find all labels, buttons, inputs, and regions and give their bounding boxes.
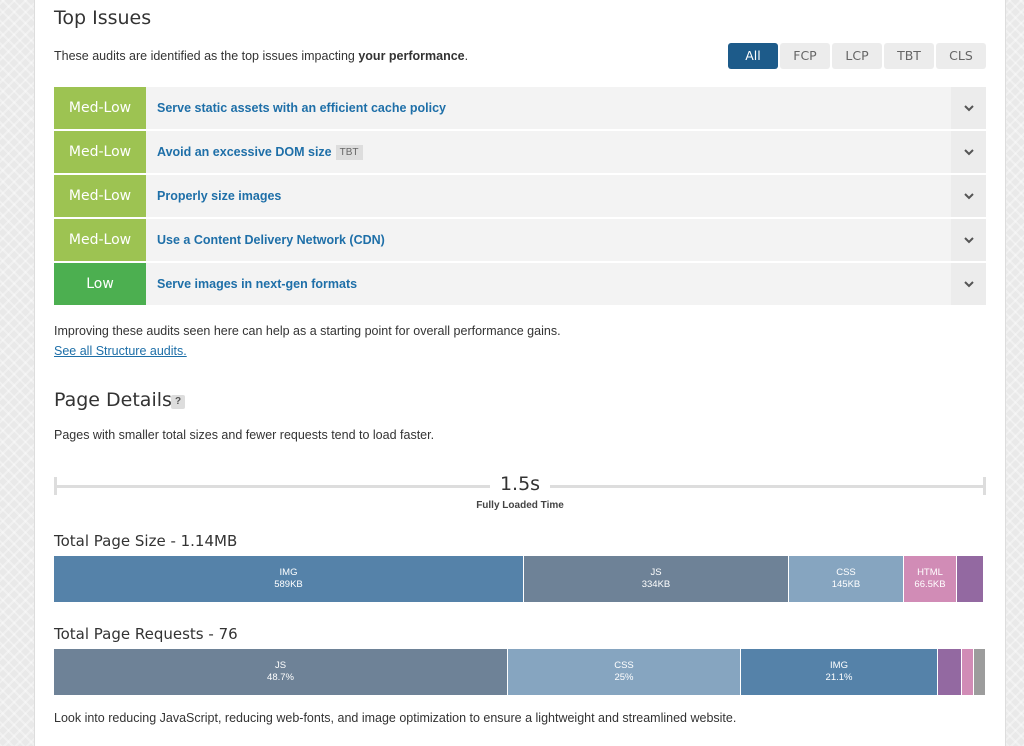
issue-title[interactable]: Use a Content Delivery Network (CDN)	[157, 233, 951, 247]
severity-badge: Low	[54, 263, 146, 305]
severity-badge: Med-Low	[54, 87, 146, 129]
fully-loaded-timeline: 1.5s Fully Loaded Time	[54, 473, 986, 513]
expand-toggle[interactable]	[951, 131, 986, 173]
metric-tag: TBT	[335, 144, 363, 160]
segment-value: 334KB	[641, 579, 671, 590]
segment-label: CSS	[614, 660, 634, 671]
issue-row[interactable]: Med-Low Use a Content Delivery Network (…	[54, 219, 986, 261]
help-icon[interactable]: ?	[171, 395, 185, 409]
expand-toggle[interactable]	[951, 263, 986, 305]
segment-value: 145KB	[831, 579, 861, 590]
see-all-structure-link[interactable]: See all Structure audits.	[54, 344, 187, 358]
size-segment-css: CSS 145KB	[789, 556, 904, 602]
segment-value: 589KB	[274, 579, 303, 590]
page-requests-bar: JS 48.7% CSS 25% IMG 21.1%	[54, 649, 986, 695]
size-segment-html: HTML 66.5KB	[904, 556, 957, 602]
description-prefix: These audits are identified as the top i…	[54, 49, 359, 63]
request-segment-other-1	[938, 649, 962, 695]
chevron-down-icon	[963, 148, 974, 155]
issue-row[interactable]: Med-Low Avoid an excessive DOM size TBT	[54, 131, 986, 173]
expand-toggle[interactable]	[951, 87, 986, 129]
chevron-down-icon	[963, 192, 974, 199]
severity-badge: Med-Low	[54, 219, 146, 261]
filter-all[interactable]: All	[728, 43, 778, 69]
report-panel: Top Issues These audits are identified a…	[34, 0, 1006, 746]
issue-title[interactable]: Serve static assets with an efficient ca…	[157, 101, 951, 115]
fully-loaded-label: Fully Loaded Time	[476, 500, 564, 511]
issues-footer-text: Improving these audits seen here can hel…	[54, 324, 561, 338]
size-segment-js: JS 334KB	[524, 556, 789, 602]
filter-fcp[interactable]: FCP	[780, 43, 830, 69]
segment-label: JS	[274, 660, 287, 671]
size-segment-other	[957, 556, 984, 602]
segment-value: 66.5KB	[914, 579, 946, 590]
chevron-down-icon	[963, 104, 974, 111]
request-segment-css: CSS 25%	[508, 649, 741, 695]
chevron-down-icon	[963, 280, 974, 287]
chevron-down-icon	[963, 236, 974, 243]
issue-title-text: Properly size images	[157, 189, 282, 203]
issue-title-text: Use a Content Delivery Network (CDN)	[157, 233, 385, 247]
page-details-description: Pages with smaller total sizes and fewer…	[54, 428, 435, 442]
page-details-title: Page Details	[54, 389, 172, 411]
size-segment-img: IMG 589KB	[54, 556, 524, 602]
audit-filter-group: All FCP LCP TBT CLS	[728, 43, 986, 69]
severity-badge: Med-Low	[54, 131, 146, 173]
segment-label: HTML	[917, 567, 943, 578]
request-segment-js: JS 48.7%	[54, 649, 508, 695]
request-segment-other-2	[962, 649, 974, 695]
request-segment-img: IMG 21.1%	[741, 649, 938, 695]
filter-cls[interactable]: CLS	[936, 43, 986, 69]
issue-row[interactable]: Low Serve images in next-gen formats	[54, 263, 986, 305]
segment-label: JS	[650, 567, 662, 578]
expand-toggle[interactable]	[951, 175, 986, 217]
issue-title-text: Serve static assets with an efficient ca…	[157, 101, 447, 115]
issue-title[interactable]: Properly size images	[157, 189, 951, 203]
fully-loaded-time: 1.5s	[499, 473, 541, 495]
issue-title-text: Avoid an excessive DOM size	[157, 144, 332, 159]
report-content: Top Issues These audits are identified a…	[54, 0, 986, 746]
page-size-bar: IMG 589KB JS 334KB CSS 145KB HTML 66.5KB	[54, 556, 986, 602]
segment-label: CSS	[836, 567, 856, 578]
request-segment-other-3	[974, 649, 986, 695]
segment-label: IMG	[279, 567, 298, 578]
top-issues-title: Top Issues	[54, 7, 152, 29]
expand-toggle[interactable]	[951, 219, 986, 261]
issue-list: Med-Low Serve static assets with an effi…	[54, 87, 986, 307]
description-bold: your performance	[358, 49, 465, 63]
segment-value: 48.7%	[267, 672, 294, 683]
page-details-footer-text: Look into reducing JavaScript, reducing …	[54, 711, 737, 725]
total-page-size-title: Total Page Size - 1.14MB	[54, 532, 238, 550]
top-issues-description: These audits are identified as the top i…	[54, 49, 468, 63]
filter-lcp[interactable]: LCP	[832, 43, 882, 69]
issue-row[interactable]: Med-Low Properly size images	[54, 175, 986, 217]
segment-value: 21.1%	[825, 672, 853, 683]
issue-title-text: Serve images in next-gen formats	[157, 277, 358, 291]
total-page-requests-title: Total Page Requests - 76	[54, 625, 238, 643]
description-suffix: .	[464, 49, 469, 63]
filter-tbt[interactable]: TBT	[884, 43, 934, 69]
issue-title[interactable]: Avoid an excessive DOM size TBT	[157, 144, 951, 160]
issue-row[interactable]: Med-Low Serve static assets with an effi…	[54, 87, 986, 129]
segment-value: 25%	[614, 672, 634, 683]
issue-title[interactable]: Serve images in next-gen formats	[157, 277, 951, 291]
segment-label: IMG	[830, 660, 848, 671]
severity-badge: Med-Low	[54, 175, 146, 217]
